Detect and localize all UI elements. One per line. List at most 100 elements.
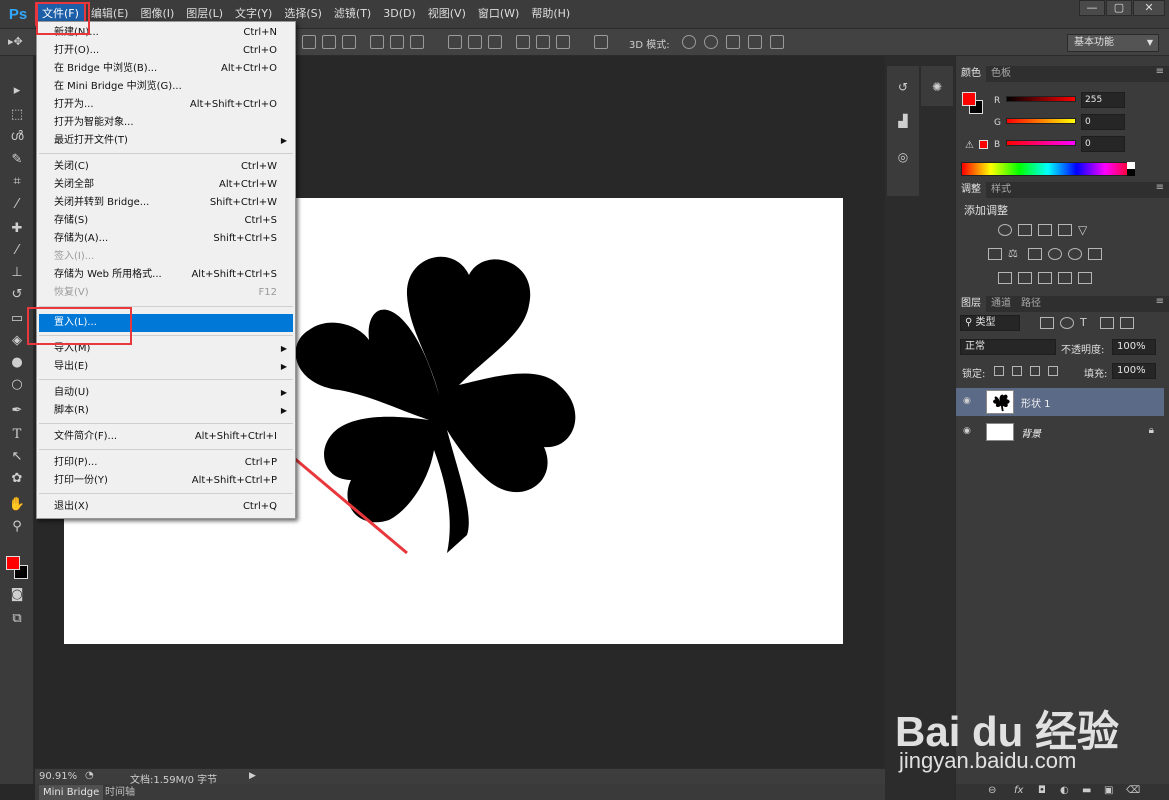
channel-mixer-icon[interactable] xyxy=(1068,248,1082,260)
align-bottom-icon[interactable] xyxy=(342,35,356,49)
fx-icon[interactable]: fx xyxy=(1014,785,1023,796)
workspace-select[interactable]: 基本功能 ▼ xyxy=(1067,34,1159,52)
eye-icon[interactable]: ◉ xyxy=(963,396,971,406)
opacity-input[interactable]: 100% xyxy=(1112,339,1156,355)
color-spectrum-bar[interactable] xyxy=(961,162,1135,176)
foreground-color-swatch[interactable] xyxy=(6,556,20,570)
healing-brush-tool-icon[interactable]: ✚ xyxy=(8,220,26,238)
levels-icon[interactable] xyxy=(1018,224,1032,236)
tab-paths[interactable]: 路径 xyxy=(1016,296,1046,312)
tab-swatches[interactable]: 色板 xyxy=(986,66,1016,82)
menu-exit[interactable]: 退出(X) Ctrl+Q xyxy=(39,498,293,516)
color-fg-swatch[interactable] xyxy=(962,92,976,106)
photo-filter-icon[interactable] xyxy=(1048,248,1062,260)
3d-scale-icon[interactable] xyxy=(770,35,784,49)
brightness-icon[interactable] xyxy=(998,224,1012,236)
gradient-map-icon[interactable] xyxy=(1058,272,1072,284)
link-layers-icon[interactable]: ⊖ xyxy=(988,785,996,796)
invert-icon[interactable] xyxy=(998,272,1012,284)
3d-roll-icon[interactable] xyxy=(704,35,718,49)
menu-scripts[interactable]: 脚本(R) ▶ xyxy=(39,402,293,420)
filter-shape-icon[interactable] xyxy=(1100,317,1114,329)
layer-name[interactable]: 形状 1 xyxy=(1021,395,1051,410)
history-brush-tool-icon[interactable]: ↺ xyxy=(8,286,26,304)
histogram-panel-icon[interactable]: ▟ xyxy=(895,114,911,130)
custom-shape-tool-icon[interactable]: ✿ xyxy=(8,470,26,488)
vibrance-icon[interactable]: ▽ xyxy=(1078,224,1092,236)
filter-type-icon[interactable]: T xyxy=(1080,317,1094,329)
tab-adjustments[interactable]: 调整 xyxy=(956,182,986,198)
distribute-top-icon[interactable] xyxy=(448,35,462,49)
crop-tool-icon[interactable]: ⌗ xyxy=(8,173,26,191)
menu-window[interactable]: 窗口(W) xyxy=(472,3,525,25)
filter-smart-icon[interactable] xyxy=(1120,317,1134,329)
tab-layers[interactable]: 图层 xyxy=(956,296,986,312)
distribute-vcenter-icon[interactable] xyxy=(468,35,482,49)
layer-row[interactable]: ◉ 背景 🔒︎ xyxy=(956,418,1164,446)
new-group-icon[interactable]: ▬ xyxy=(1082,785,1091,796)
eye-icon[interactable]: ◉ xyxy=(963,426,971,436)
distribute-right-icon[interactable] xyxy=(556,35,570,49)
gamut-color-swatch[interactable] xyxy=(979,140,988,149)
menu-help[interactable]: 帮助(H) xyxy=(525,3,576,25)
tab-channels[interactable]: 通道 xyxy=(986,296,1016,312)
menu-open-as[interactable]: 打开为... Alt+Shift+Ctrl+O xyxy=(39,96,293,114)
menu-3d[interactable]: 3D(D) xyxy=(377,3,422,25)
maximize-button[interactable]: ▢ xyxy=(1106,0,1132,16)
menu-recent-files[interactable]: 最近打开文件(T) ▶ xyxy=(39,132,293,150)
lock-all-icon[interactable] xyxy=(1048,366,1058,376)
brush-presets-icon[interactable]: ✺ xyxy=(929,80,945,96)
3d-pan-icon[interactable] xyxy=(726,35,740,49)
channel-b-slider[interactable] xyxy=(1006,140,1076,146)
auto-align-icon[interactable] xyxy=(594,35,608,49)
history-panel-icon[interactable]: ↺ xyxy=(895,80,911,96)
menu-export[interactable]: 导出(E) ▶ xyxy=(39,358,293,376)
distribute-hcenter-icon[interactable] xyxy=(536,35,550,49)
menu-print-one-copy[interactable]: 打印一份(Y) Alt+Shift+Ctrl+P xyxy=(39,472,293,490)
posterize-icon[interactable] xyxy=(1018,272,1032,284)
menu-save-as[interactable]: 存储为(A)... Shift+Ctrl+S xyxy=(39,230,293,248)
menu-open-smart-object[interactable]: 打开为智能对象... xyxy=(39,114,293,132)
add-mask-icon[interactable]: ◘ xyxy=(1038,785,1046,796)
move-tool-preset-icon[interactable]: ▸✥ xyxy=(8,35,23,49)
align-hcenter-icon[interactable] xyxy=(390,35,404,49)
status-menu-arrow-icon[interactable]: ▶ xyxy=(249,771,256,781)
3d-slide-icon[interactable] xyxy=(748,35,762,49)
menu-close-all[interactable]: 关闭全部 Alt+Ctrl+W xyxy=(39,176,293,194)
lock-position-icon[interactable] xyxy=(1030,366,1040,376)
menu-print[interactable]: 打印(P)... Ctrl+P xyxy=(39,454,293,472)
align-vcenter-icon[interactable] xyxy=(322,35,336,49)
lock-pixels-icon[interactable] xyxy=(1012,366,1022,376)
lasso-tool-icon[interactable]: ൾ xyxy=(8,128,26,146)
filter-adjustment-icon[interactable] xyxy=(1060,317,1074,329)
tab-timeline[interactable]: 时间轴 xyxy=(101,785,139,800)
menu-view[interactable]: 视图(V) xyxy=(422,3,472,25)
quick-mask-icon[interactable]: ◙ xyxy=(8,586,26,604)
layer-row[interactable]: ◉ 形状 1 xyxy=(956,388,1164,416)
menu-save[interactable]: 存储(S) Ctrl+S xyxy=(39,212,293,230)
quick-select-tool-icon[interactable]: ✎ xyxy=(8,151,26,169)
eraser-tool-icon[interactable]: ▭ xyxy=(8,310,26,328)
fill-input[interactable]: 100% xyxy=(1112,363,1156,379)
pen-tool-icon[interactable]: ✒ xyxy=(8,402,26,420)
menu-filter[interactable]: 滤镜(T) xyxy=(328,3,377,25)
paint-bucket-tool-icon[interactable]: ◈ xyxy=(8,332,26,350)
layer-name[interactable]: 背景 xyxy=(1021,425,1041,440)
color-lookup-icon[interactable] xyxy=(1088,248,1102,260)
exposure-icon[interactable] xyxy=(1058,224,1072,236)
menu-save-for-web[interactable]: 存储为 Web 所用格式... Alt+Shift+Ctrl+S xyxy=(39,266,293,284)
filter-pixel-icon[interactable] xyxy=(1040,317,1054,329)
gamut-warning-icon[interactable]: ⚠ xyxy=(965,140,974,151)
tab-color[interactable]: 颜色 xyxy=(956,66,986,82)
panel-menu-icon[interactable]: ≡ xyxy=(1156,182,1164,193)
black-white-icon[interactable] xyxy=(1028,248,1042,260)
blur-tool-icon[interactable]: ● xyxy=(8,354,26,372)
new-layer-icon[interactable]: ▣ xyxy=(1104,785,1113,796)
minimize-button[interactable]: — xyxy=(1079,0,1105,16)
panel-menu-icon[interactable]: ≡ xyxy=(1156,66,1164,77)
channel-g-value[interactable]: 0 xyxy=(1081,114,1125,130)
curves-icon[interactable] xyxy=(1038,224,1052,236)
channel-r-value[interactable]: 255 xyxy=(1081,92,1125,108)
channel-b-value[interactable]: 0 xyxy=(1081,136,1125,152)
align-left-icon[interactable] xyxy=(370,35,384,49)
